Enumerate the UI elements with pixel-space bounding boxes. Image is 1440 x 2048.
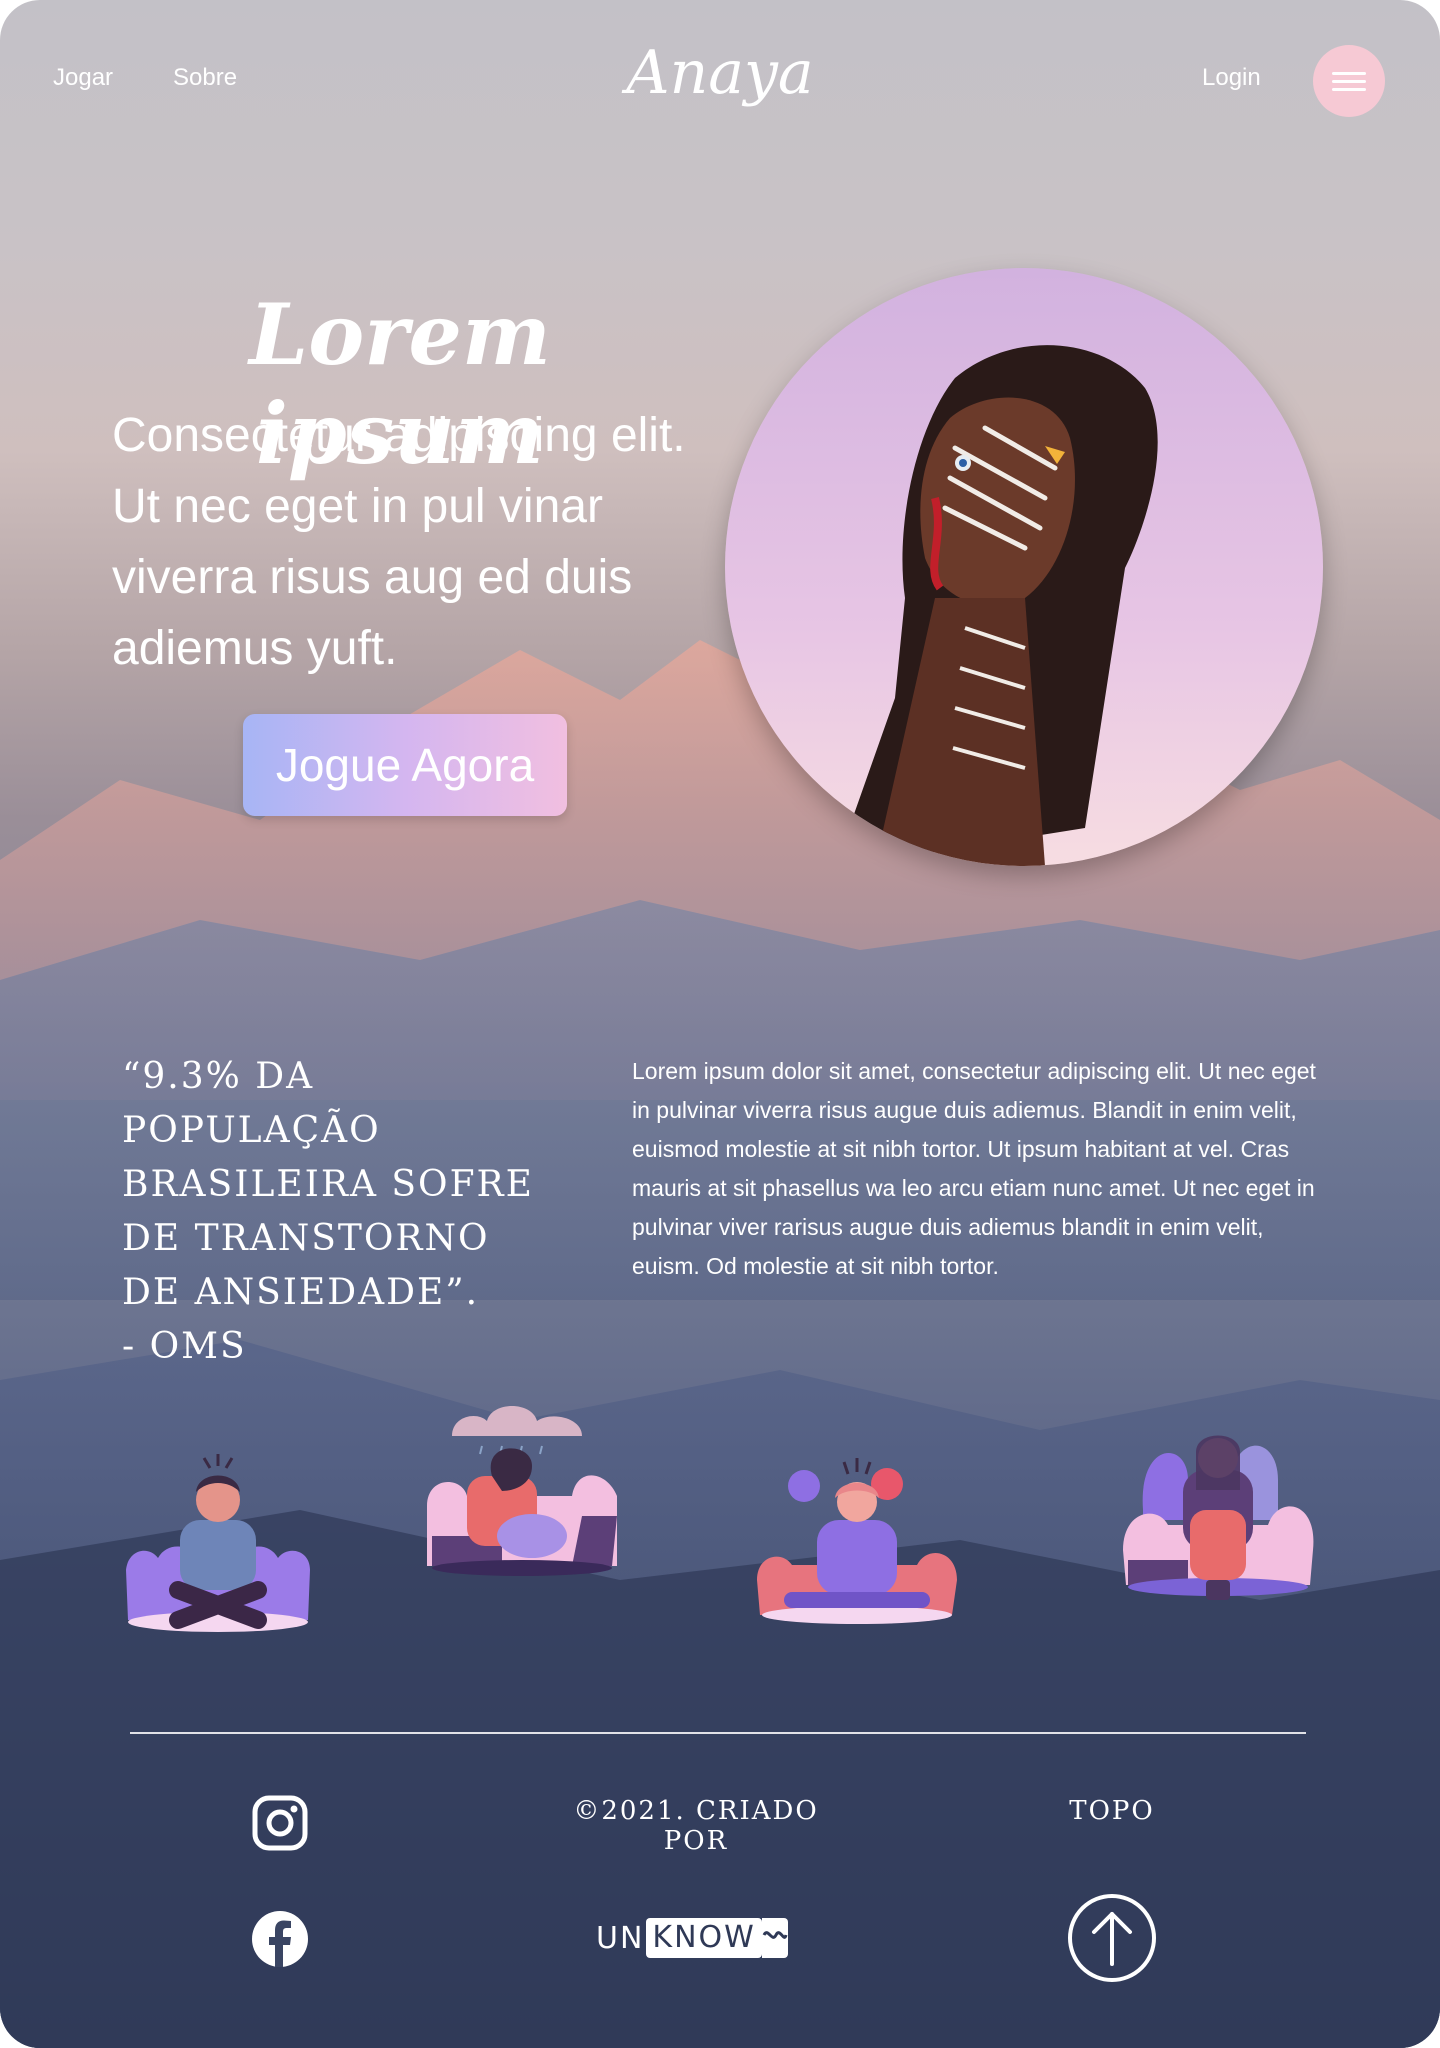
arrow-up-icon <box>1092 1912 1132 1966</box>
login-link[interactable]: Login <box>1202 64 1261 92</box>
hero-subtitle: Consectetur adipiscing elit. Ut nec eget… <box>112 409 686 675</box>
menu-button[interactable] <box>1313 45 1385 117</box>
facebook-icon[interactable] <box>250 1909 310 1969</box>
logo-box-text: KNOW <box>646 1918 762 1958</box>
play-now-button[interactable]: Jogue Agora <box>243 714 567 816</box>
quote-source: - OMS <box>122 1326 247 1367</box>
logo-prefix: UN <box>596 1920 645 1956</box>
footer-divider <box>130 1732 1306 1734</box>
hamburger-icon <box>1332 71 1366 75</box>
anxious-person-illustration <box>126 1454 310 1632</box>
top-navigation: Jogar Sobre Anaya Login <box>0 0 1440 160</box>
brand-logo[interactable]: Anaya <box>620 38 820 108</box>
copyright-text: ©2021. Criado por <box>573 1796 819 1856</box>
portrait-face-paint <box>835 345 1158 866</box>
quote-text: “9.3% da população brasileira sofre de t… <box>122 1056 534 1313</box>
back-to-top-button[interactable] <box>1066 1892 1158 1984</box>
logo-wave-mark <box>761 1918 788 1958</box>
stressed-meditating-person-illustration <box>757 1458 957 1624</box>
nav-link-jogar[interactable]: Jogar <box>53 64 113 92</box>
hero-portrait-image <box>725 268 1323 866</box>
statistic-quote: “9.3% da população brasileira sofre de t… <box>122 1050 562 1374</box>
nav-link-sobre[interactable]: Sobre <box>173 64 237 92</box>
unknown-studio-logo[interactable]: UN KNOW <box>596 1916 788 1960</box>
instagram-icon[interactable] <box>250 1793 310 1853</box>
sad-person-rain-cloud-illustration <box>427 1406 617 1576</box>
top-label: Topo <box>1069 1796 1155 1826</box>
description-paragraph: Lorem ipsum dolor sit amet, consectetur … <box>632 1058 1316 1279</box>
scared-person-ghosts-illustration <box>1123 1435 1314 1600</box>
page: Jogar Sobre Anaya Login Lorem ipsum Cons… <box>0 0 1440 2048</box>
